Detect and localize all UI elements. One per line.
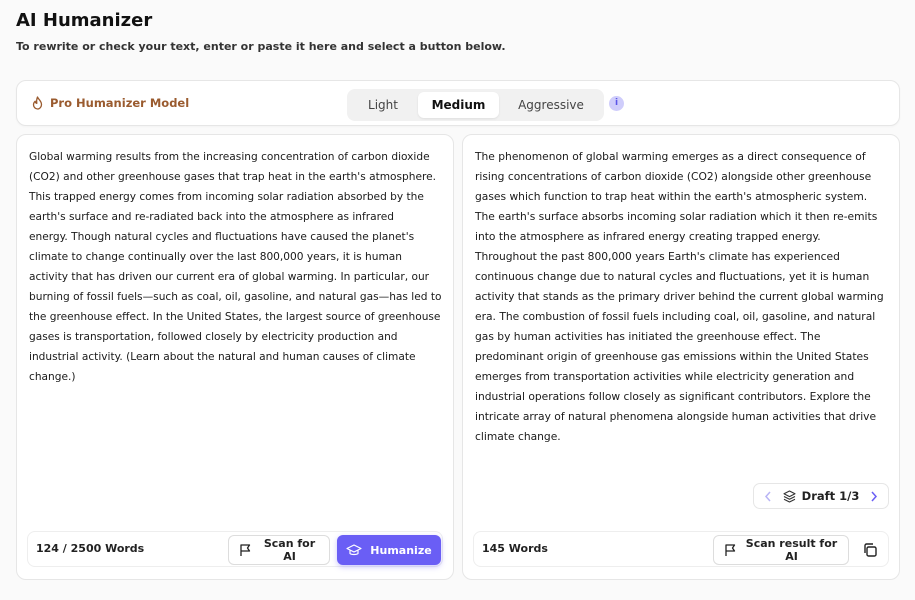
page-title: AI Humanizer — [16, 10, 153, 31]
info-icon[interactable]: i — [609, 96, 624, 111]
chevron-left-icon[interactable] — [764, 491, 772, 502]
output-footer: 145 Words Scan result for AI — [473, 531, 889, 567]
output-text: The phenomenon of global warming emerges… — [475, 150, 884, 443]
input-textarea[interactable]: Global warming results from the increasi… — [29, 147, 445, 387]
mode-selector: Light Medium Aggressive — [347, 89, 604, 121]
layers-icon — [783, 489, 796, 503]
input-panel: Global warming results from the increasi… — [16, 134, 454, 580]
humanize-button[interactable]: Humanize — [337, 535, 441, 565]
copy-button[interactable] — [858, 538, 882, 562]
scan-for-ai-button[interactable]: Scan for AI — [228, 535, 330, 565]
flag-icon — [239, 543, 252, 557]
output-panel: The phenomenon of global warming emerges… — [462, 134, 900, 580]
humanizer-toolbar: Pro Humanizer Model Light Medium Aggress… — [16, 80, 900, 126]
model-label: Pro Humanizer Model — [50, 96, 190, 110]
draft-navigator: Draft 1/3 — [753, 483, 889, 509]
mode-medium-button[interactable]: Medium — [418, 92, 499, 118]
page-subtitle: To rewrite or check your text, enter or … — [16, 40, 506, 53]
mode-aggressive-button[interactable]: Aggressive — [502, 92, 600, 118]
output-word-count: 145 Words — [482, 542, 548, 555]
scan-for-ai-label: Scan for AI — [263, 537, 316, 563]
draft-counter: Draft 1/3 — [801, 489, 860, 503]
model-selector[interactable]: Pro Humanizer Model — [31, 96, 189, 110]
scan-result-button[interactable]: Scan result for AI — [713, 535, 849, 565]
graduation-cap-icon — [346, 543, 362, 557]
flag-icon — [724, 543, 737, 557]
humanize-label: Humanize — [370, 543, 432, 557]
chevron-right-icon[interactable] — [870, 491, 878, 502]
scan-result-label: Scan result for AI — [745, 537, 838, 563]
copy-icon — [862, 542, 878, 558]
input-word-count: 124 / 2500 Words — [36, 542, 145, 555]
input-footer: 124 / 2500 Words Scan for AI Humanize — [27, 531, 443, 567]
draft-label: Draft 1/3 — [783, 489, 860, 503]
mode-light-button[interactable]: Light — [351, 92, 415, 118]
flame-icon — [31, 96, 44, 110]
